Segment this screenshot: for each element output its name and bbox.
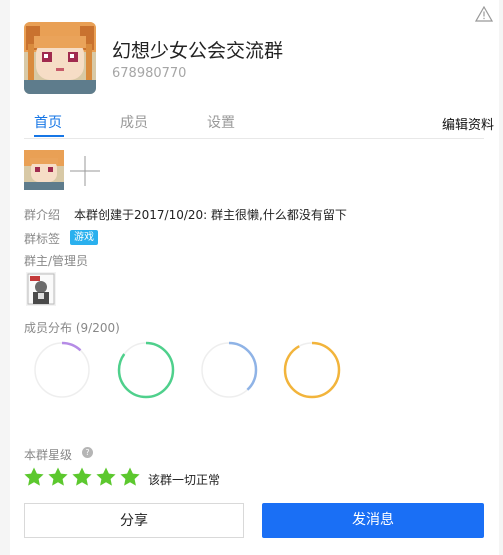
members-distribution-label: 成员分布 (9/200) [24,319,120,336]
add-photo-icon[interactable] [68,154,102,188]
distribution-ring-1[interactable] [32,340,92,400]
star-icon [24,467,44,486]
ring-arc [283,341,341,399]
tab-settings[interactable]: 设置 [207,112,235,132]
group-tag-badge[interactable]: 游戏 [70,230,98,245]
group-photo-thumbnail[interactable] [24,150,64,190]
distribution-ring-3[interactable] [199,340,259,400]
share-button[interactable]: 分享 [24,503,244,538]
star-icon [120,467,140,486]
ring-track [34,342,90,398]
members-label-text: 成员分布 [24,321,73,335]
warning-icon[interactable] [475,6,493,22]
star-shape [72,467,92,486]
admin-avatar[interactable] [26,272,56,306]
send-message-button[interactable]: 发消息 [262,503,484,538]
members-count: (9/200) [75,321,120,335]
star-icon [48,467,68,486]
help-icon[interactable]: ? [82,447,93,458]
tab-bar: 首页 成员 设置 编辑资料 [24,108,494,139]
tab-home[interactable]: 首页 [34,112,62,132]
star-shape [96,467,116,486]
group-avatar[interactable] [24,22,96,94]
group-profile-card: 幻想少女公会交流群 678980770 首页 成员 设置 编辑资料 群介绍 本群… [10,0,499,555]
rating-status-text: 该群一切正常 [148,473,221,487]
star-icon [96,467,116,486]
star-shape [120,467,140,486]
intro-text: 本群创建于2017/10/20: 群主很懒,什么都没有留下 [74,208,347,222]
tab-members[interactable]: 成员 [120,112,148,132]
star-shape [24,467,44,486]
admins-label: 群主/管理员 [24,254,89,268]
intro-label: 群介绍 [24,208,61,222]
group-name: 幻想少女公会交流群 [112,40,284,62]
star-icon [72,467,92,486]
active-tab-indicator [34,135,64,137]
rating-label: 本群星级 [24,448,73,462]
tags-label: 群标签 [24,232,61,246]
distribution-ring-4[interactable] [282,340,342,400]
star-shape [48,467,68,486]
edit-profile-link[interactable]: 编辑资料 [442,114,494,133]
group-id: 678980770 [112,66,187,81]
distribution-ring-2[interactable] [116,340,176,400]
